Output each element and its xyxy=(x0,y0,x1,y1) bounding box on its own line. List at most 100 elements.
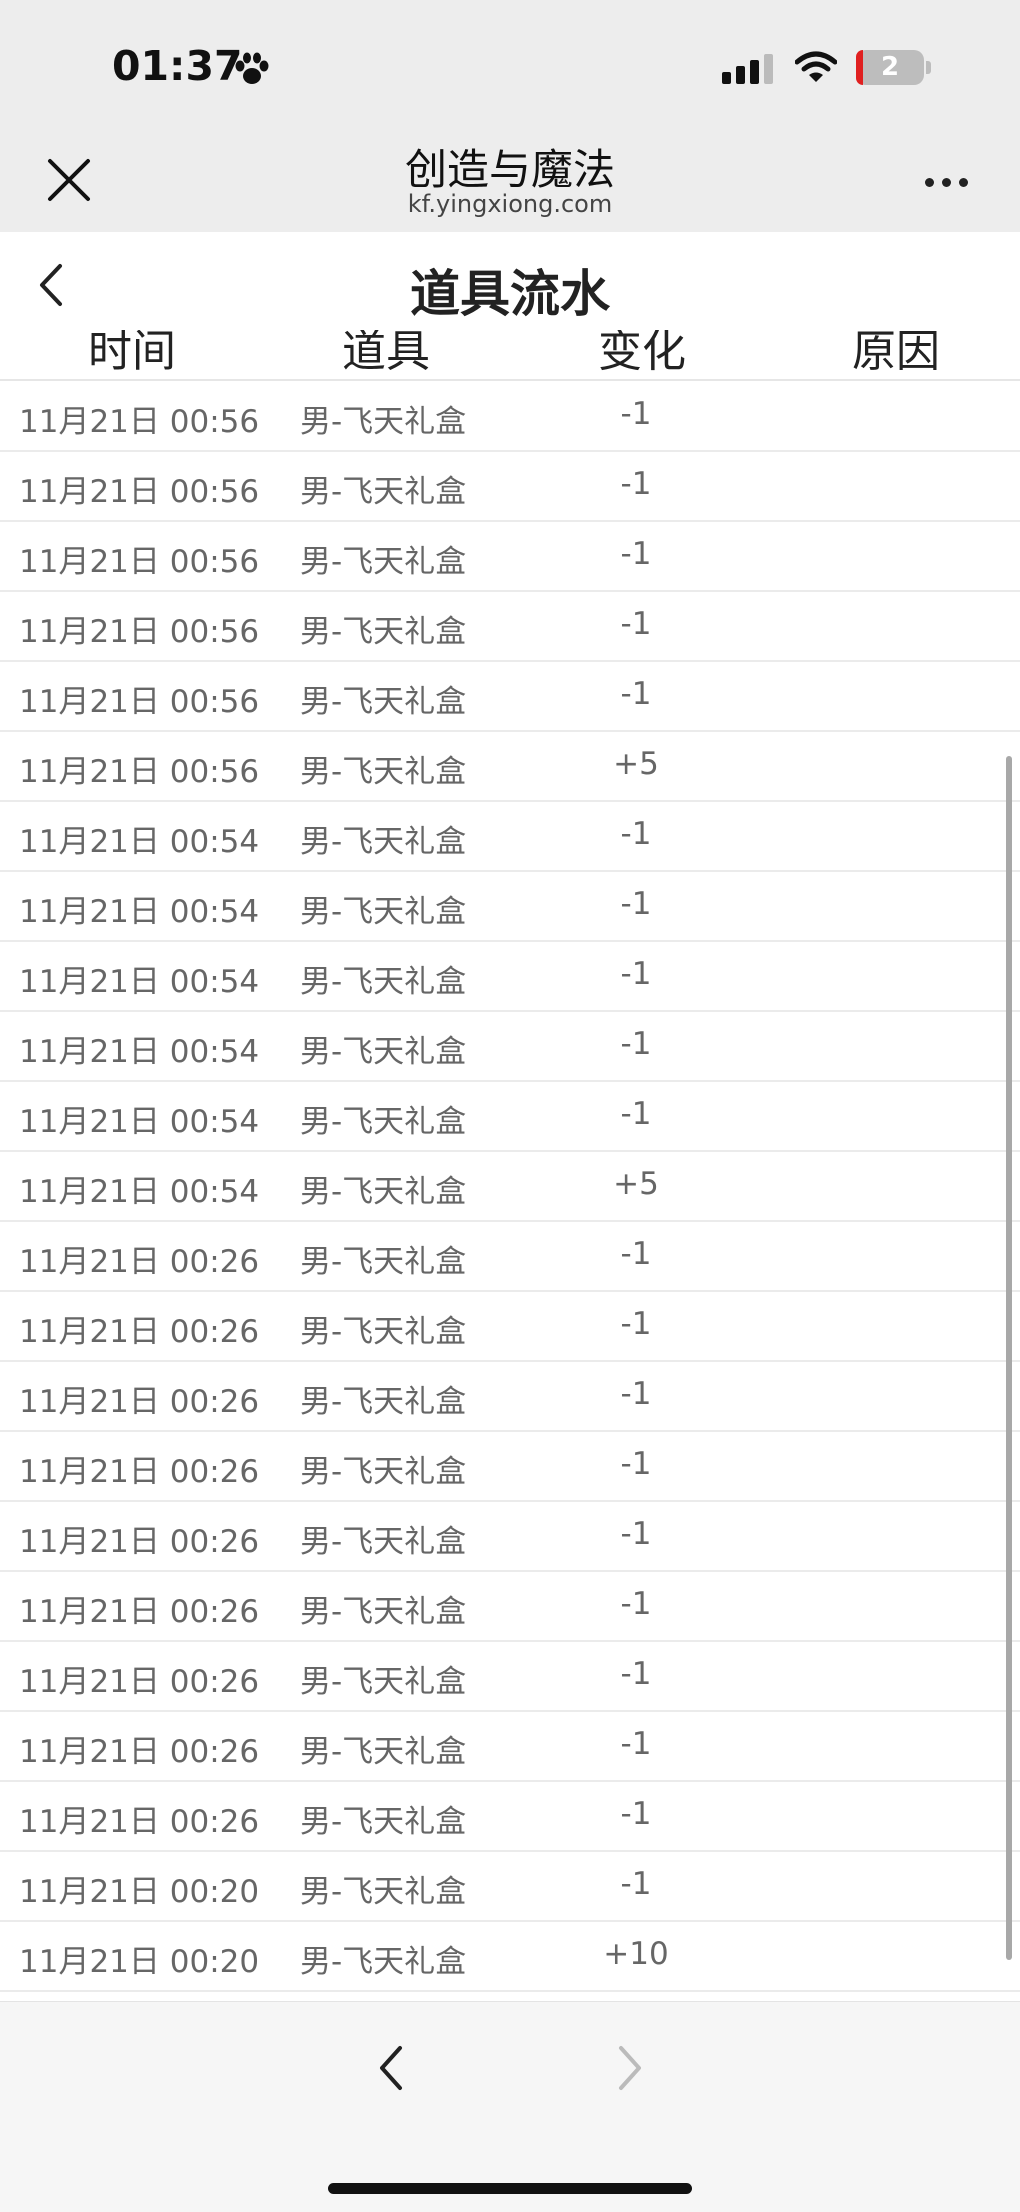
chevron-left-icon[interactable] xyxy=(376,2044,406,2092)
row-item: 男-飞天礼盒 xyxy=(300,1594,467,1630)
row-time: 11月21日 00:26 xyxy=(19,1244,260,1280)
row-change: -1 xyxy=(620,606,652,642)
row-change: -1 xyxy=(620,676,652,712)
table-row: 11月21日 00:26 男-飞天礼盒 -1 xyxy=(0,1782,1020,1852)
row-item: 男-飞天礼盒 xyxy=(300,1174,467,1210)
row-time: 11月21日 00:26 xyxy=(19,1734,260,1770)
row-time: 11月21日 00:26 xyxy=(19,1804,260,1840)
row-change: +5 xyxy=(613,746,659,782)
row-change: -1 xyxy=(620,816,652,852)
cellular-signal-icon xyxy=(722,54,773,84)
row-item: 男-飞天礼盒 xyxy=(300,1524,467,1560)
row-time: 11月21日 00:54 xyxy=(19,894,260,930)
row-item: 男-飞天礼盒 xyxy=(300,1244,467,1280)
row-time: 11月21日 00:56 xyxy=(19,614,260,650)
row-time: 11月21日 00:26 xyxy=(19,1384,260,1420)
scrollbar[interactable] xyxy=(1006,756,1012,1960)
table-row: 11月21日 00:56 男-飞天礼盒 -1 xyxy=(0,662,1020,732)
table-row: 11月21日 00:26 男-飞天礼盒 -1 xyxy=(0,1642,1020,1712)
row-change: -1 xyxy=(620,956,652,992)
table-row: 11月21日 00:26 男-飞天礼盒 -1 xyxy=(0,1502,1020,1572)
row-item: 男-飞天礼盒 xyxy=(300,754,467,790)
row-change: -1 xyxy=(620,1866,652,1902)
row-item: 男-飞天礼盒 xyxy=(300,1944,467,1980)
table-row: 11月21日 00:26 男-飞天礼盒 -1 xyxy=(0,1292,1020,1362)
row-change: -1 xyxy=(620,1376,652,1412)
table-row: 11月21日 00:54 男-飞天礼盒 +5 xyxy=(0,1152,1020,1222)
chevron-right-icon[interactable] xyxy=(615,2044,645,2092)
row-time: 11月21日 00:54 xyxy=(19,824,260,860)
table-row: 11月21日 00:54 男-飞天礼盒 -1 xyxy=(0,802,1020,872)
row-time: 11月21日 00:56 xyxy=(19,544,260,580)
table-row: 11月21日 00:54 男-飞天礼盒 -1 xyxy=(0,1012,1020,1082)
row-change: -1 xyxy=(620,1236,652,1272)
row-item: 男-飞天礼盒 xyxy=(300,1454,467,1490)
table-row: 11月21日 00:26 男-飞天礼盒 -1 xyxy=(0,1432,1020,1502)
row-time: 11月21日 00:54 xyxy=(19,1174,260,1210)
row-time: 11月21日 00:56 xyxy=(19,754,260,790)
row-time: 11月21日 00:54 xyxy=(19,1104,260,1140)
table-row: 11月21日 00:54 男-飞天礼盒 -1 xyxy=(0,1082,1020,1152)
battery-tip xyxy=(926,61,931,74)
row-item: 男-飞天礼盒 xyxy=(300,474,467,510)
top-bar: 01:37 2 创造与魔法 kf.yingxiong.com xyxy=(0,0,1020,232)
row-item: 男-飞天礼盒 xyxy=(300,404,467,440)
row-change: -1 xyxy=(620,1096,652,1132)
row-change: +10 xyxy=(603,1936,669,1972)
row-change: -1 xyxy=(620,1516,652,1552)
table-row: 11月21日 00:54 男-飞天礼盒 -1 xyxy=(0,942,1020,1012)
browser-url: kf.yingxiong.com xyxy=(407,190,613,218)
home-indicator xyxy=(328,2183,692,2194)
row-item: 男-飞天礼盒 xyxy=(300,1874,467,1910)
table-row: 11月21日 00:56 男-飞天礼盒 -1 xyxy=(0,452,1020,522)
status-time: 01:37 xyxy=(112,42,243,90)
row-item: 男-飞天礼盒 xyxy=(300,1314,467,1350)
row-change: -1 xyxy=(620,396,652,432)
row-item: 男-飞天礼盒 xyxy=(300,894,467,930)
row-time: 11月21日 00:56 xyxy=(19,684,260,720)
wifi-icon xyxy=(795,51,837,82)
table-row: 11月21日 00:26 男-飞天礼盒 -1 xyxy=(0,1572,1020,1642)
row-change: -1 xyxy=(620,1446,652,1482)
battery-percent: 2 xyxy=(880,52,900,82)
row-time: 11月21日 00:26 xyxy=(19,1314,260,1350)
row-item: 男-飞天礼盒 xyxy=(300,1034,467,1070)
page-header: 道具流水 xyxy=(0,232,1020,330)
row-item: 男-飞天礼盒 xyxy=(300,1804,467,1840)
more-dots-icon[interactable] xyxy=(925,172,976,191)
row-item: 男-飞天礼盒 xyxy=(300,544,467,580)
row-item: 男-飞天礼盒 xyxy=(300,1734,467,1770)
row-item: 男-飞天礼盒 xyxy=(300,1104,467,1140)
row-item: 男-飞天礼盒 xyxy=(300,684,467,720)
row-change: -1 xyxy=(620,466,652,502)
page-title: 道具流水 xyxy=(410,265,610,323)
table-row: 11月21日 00:26 男-飞天礼盒 -1 xyxy=(0,1362,1020,1432)
row-time: 11月21日 00:54 xyxy=(19,1034,260,1070)
row-time: 11月21日 00:20 xyxy=(19,1874,260,1910)
row-change: -1 xyxy=(620,1796,652,1832)
battery-indicator: 2 xyxy=(856,50,924,85)
row-time: 11月21日 00:56 xyxy=(19,404,260,440)
row-item: 男-飞天礼盒 xyxy=(300,614,467,650)
row-change: -1 xyxy=(620,1656,652,1692)
row-change: -1 xyxy=(620,536,652,572)
row-time: 11月21日 00:26 xyxy=(19,1524,260,1560)
row-change: -1 xyxy=(620,1586,652,1622)
row-time: 11月21日 00:20 xyxy=(19,1944,260,1980)
row-change: -1 xyxy=(620,1306,652,1342)
row-time: 11月21日 00:26 xyxy=(19,1454,260,1490)
row-item: 男-飞天礼盒 xyxy=(300,824,467,860)
row-change: +5 xyxy=(613,1166,659,1202)
table-row: 11月21日 00:20 男-飞天礼盒 +10 xyxy=(0,1922,1020,1992)
table-row: 11月21日 00:56 男-飞天礼盒 -1 xyxy=(0,522,1020,592)
table-row: 11月21日 00:26 男-飞天礼盒 -1 xyxy=(0,1712,1020,1782)
row-time: 11月21日 00:26 xyxy=(19,1664,260,1700)
row-time: 11月21日 00:56 xyxy=(19,474,260,510)
table-row: 11月21日 00:54 男-飞天礼盒 -1 xyxy=(0,872,1020,942)
table-row: 11月21日 00:56 男-飞天礼盒 +5 xyxy=(0,732,1020,802)
row-time: 11月21日 00:54 xyxy=(19,964,260,1000)
bottom-toolbar xyxy=(0,2001,1020,2212)
browser-title: 创造与魔法 xyxy=(404,145,615,194)
table-row: 11月21日 00:56 男-飞天礼盒 -1 xyxy=(0,592,1020,662)
row-change: -1 xyxy=(620,886,652,922)
